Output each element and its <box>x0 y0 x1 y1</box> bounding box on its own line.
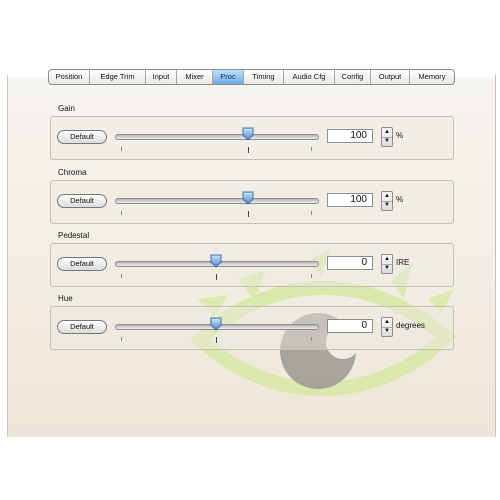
tab-config[interactable]: Config <box>335 70 371 84</box>
slider-tick <box>121 211 122 215</box>
gain-control-panel: Default 100 ▲ ▼% <box>50 116 454 160</box>
pedestal-section-label: Pedestal <box>58 231 90 240</box>
stepper-down-icon[interactable]: ▼ <box>382 264 392 273</box>
gain-section-label: Gain <box>58 104 75 113</box>
gain-slider-ticks <box>121 147 312 153</box>
slider-tick <box>311 211 312 215</box>
slider-tick <box>121 337 122 341</box>
pedestal-slider-thumb[interactable] <box>210 254 222 268</box>
slider-tick <box>311 274 312 278</box>
hue-slider-ticks <box>121 337 312 343</box>
tab-position[interactable]: Position <box>49 70 90 84</box>
hue-value-field[interactable]: 0 <box>327 319 373 333</box>
pedestal-stepper[interactable]: ▲ ▼ <box>381 254 393 274</box>
chroma-section-label: Chroma <box>58 168 87 177</box>
tab-mixer[interactable]: Mixer <box>177 70 213 84</box>
tab-edge-trim[interactable]: Edge Trim <box>90 70 146 84</box>
hue-section-label: Hue <box>58 294 73 303</box>
chroma-stepper[interactable]: ▲ ▼ <box>381 191 393 211</box>
slider-tick <box>121 147 122 151</box>
hue-stepper[interactable]: ▲ ▼ <box>381 317 393 337</box>
tab-timing[interactable]: Timing <box>244 70 284 84</box>
stepper-down-icon[interactable]: ▼ <box>382 327 392 336</box>
pedestal-unit-label: IRE <box>396 258 410 267</box>
chroma-slider-thumb[interactable] <box>242 191 254 205</box>
slider-tick <box>121 274 122 278</box>
tab-input[interactable]: Input <box>146 70 177 84</box>
slider-tick <box>216 337 217 343</box>
hue-default-button[interactable]: Default <box>57 320 107 334</box>
slider-tick <box>248 147 250 153</box>
slider-tick <box>216 274 217 280</box>
tab-proc[interactable]: Proc <box>213 70 244 84</box>
pedestal-default-button[interactable]: Default <box>57 257 107 271</box>
stepper-down-icon[interactable]: ▼ <box>382 201 392 210</box>
gain-slider-track[interactable] <box>115 134 319 140</box>
tab-memory[interactable]: Memory <box>410 70 454 84</box>
tab-audio-cfg[interactable]: Audio Cfg <box>284 70 335 84</box>
pedestal-control-panel: Default 0 ▲ ▼ IRE <box>50 243 454 287</box>
hue-unit-label: degrees <box>396 321 425 330</box>
stepper-down-icon[interactable]: ▼ <box>382 137 392 146</box>
chroma-value-field[interactable]: 100 <box>327 193 373 207</box>
chroma-default-button[interactable]: Default <box>57 194 107 208</box>
hue-slider-thumb[interactable] <box>210 317 222 331</box>
hue-control-panel: Default 0 ▲ ▼ degrees <box>50 306 454 350</box>
tab-bar: Position Edge Trim Input Mixer Proc Timing Aud… <box>48 69 455 85</box>
gain-unit-label: % <box>396 131 404 140</box>
pedestal-slider-ticks <box>121 274 312 280</box>
slider-tick <box>248 211 250 217</box>
gain-value-field[interactable]: 100 <box>327 129 373 143</box>
gain-default-button[interactable]: Default <box>57 130 107 144</box>
slider-tick <box>311 337 312 341</box>
slider-tick <box>311 147 312 151</box>
chroma-unit-label: % <box>396 195 404 204</box>
chroma-slider-track[interactable] <box>115 198 319 204</box>
gain-slider-thumb[interactable] <box>242 127 254 141</box>
tab-output[interactable]: Output <box>371 70 410 84</box>
chroma-slider-ticks <box>121 211 312 217</box>
gain-stepper[interactable]: ▲ ▼ <box>381 127 393 147</box>
chroma-control-panel: Default 100 ▲ ▼% <box>50 180 454 224</box>
pedestal-value-field[interactable]: 0 <box>327 256 373 270</box>
